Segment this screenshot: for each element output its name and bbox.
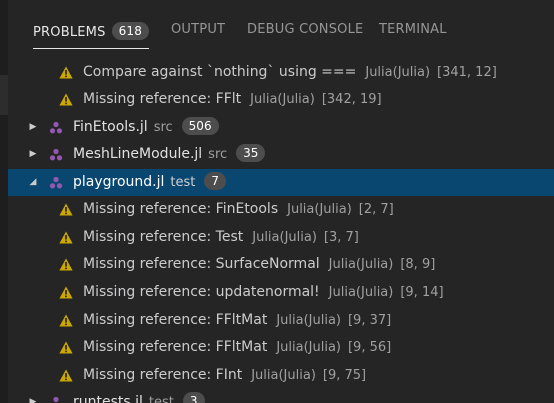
problem-row[interactable]: Missing reference: updatenormal! Julia(Ju… [8, 279, 554, 306]
file-row-playground[interactable]: ◢ playground.jl test 7 [8, 169, 554, 196]
file-row-meshlinemodule[interactable]: ▶ MeshLineModule.jl src 35 [8, 141, 554, 168]
problem-row[interactable]: Missing reference: FInt Julia(Julia) [9, 7… [8, 362, 554, 389]
chevron-down-icon[interactable]: ◢ [27, 169, 39, 196]
file-row-finetools[interactable]: ▶ FinEtools.jl src 506 [8, 114, 554, 141]
julia-file-icon [49, 176, 63, 189]
problem-source: Julia(Julia) [252, 230, 317, 245]
file-name: FinEtools.jl [73, 119, 148, 135]
warning-icon [59, 93, 73, 106]
file-name: MeshLineModule.jl [73, 146, 203, 162]
problem-source: Julia(Julia) [365, 65, 431, 80]
warning-icon [59, 341, 73, 354]
tab-debug-console[interactable]: DEBUG CONSOLE [247, 22, 363, 37]
gutter-scroll-marker [0, 75, 8, 115]
file-folder: test [148, 395, 174, 403]
julia-file-icon [49, 121, 63, 134]
problem-position: [9, 14] [400, 285, 444, 300]
problem-position: [9, 75] [322, 368, 367, 383]
problem-position: [342, 19] [321, 92, 382, 107]
warning-icon [59, 231, 73, 244]
problem-row[interactable]: Missing reference: SurfaceNormal Julia(Ju… [8, 251, 554, 278]
julia-file-icon [49, 148, 63, 161]
file-row-runtests[interactable]: ▶ runtests.jl test 3 [8, 389, 554, 403]
problem-message: Missing reference: FFlt [83, 91, 242, 107]
problem-source: Julia(Julia) [250, 92, 315, 107]
problem-position: [341, 12] [437, 65, 497, 80]
file-folder: src [153, 120, 173, 135]
problem-source: Julia(Julia) [287, 202, 352, 217]
problem-source: Julia(Julia) [328, 285, 394, 300]
file-problem-count: 7 [204, 172, 227, 190]
tab-terminal[interactable]: TERMINAL [379, 22, 447, 37]
tab-output-label: OUTPUT [171, 22, 226, 37]
tab-terminal-label: TERMINAL [379, 22, 447, 37]
panel-header: PROBLEMS 618 OUTPUT DEBUG CONSOLE TERMINA… [8, 0, 554, 52]
file-problem-count: 506 [181, 117, 219, 135]
file-name: playground.jl [73, 174, 165, 190]
problem-message: Missing reference: FInt [83, 367, 243, 383]
problem-source: Julia(Julia) [276, 340, 341, 355]
tab-problems-label: PROBLEMS [33, 25, 106, 40]
problem-row[interactable]: Missing reference: FFltMat Julia(Julia) [9… [8, 307, 554, 334]
problem-position: [8, 9] [400, 257, 436, 272]
julia-file-icon [53, 396, 59, 403]
problem-position: [2, 7] [358, 202, 394, 217]
problem-row[interactable]: Missing reference: FFltMat Julia(Julia) [9… [8, 334, 554, 361]
problem-position: [9, 56] [347, 340, 392, 355]
problem-source: Julia(Julia) [276, 313, 341, 328]
tab-output[interactable]: OUTPUT [171, 22, 225, 37]
editor-gutter [0, 0, 8, 403]
problems-tree: Compare against `nothing` using === Julia… [8, 52, 554, 403]
problem-message: Compare against `nothing` using === [83, 64, 357, 80]
problem-message: Missing reference: SurfaceNormal [83, 256, 320, 272]
warning-icon [59, 369, 73, 382]
warning-icon [59, 286, 73, 299]
problem-position: [3, 7] [323, 230, 359, 245]
problem-message: Missing reference: FFltMat [83, 312, 268, 328]
file-problem-count: 3 [182, 392, 205, 403]
problem-message: Missing reference: updatenormal! [83, 284, 320, 300]
warning-icon [59, 203, 73, 216]
problem-row[interactable]: Missing reference: FinEtools Julia(Julia)… [8, 196, 554, 223]
tab-debug-console-label: DEBUG CONSOLE [247, 22, 364, 37]
problem-row[interactable]: Compare against `nothing` using === Julia… [8, 59, 554, 86]
problem-row[interactable]: Missing reference: FFlt Julia(Julia) [342,… [8, 86, 554, 113]
problem-message: Missing reference: FinEtools [83, 201, 279, 217]
warning-icon [59, 258, 73, 271]
problem-message: Missing reference: FFltMat [83, 339, 268, 355]
file-problem-count: 35 [236, 144, 266, 162]
problem-source: Julia(Julia) [251, 368, 316, 383]
chevron-right-icon[interactable]: ▶ [27, 114, 39, 141]
problem-position: [9, 37] [347, 313, 392, 328]
file-name: runtests.jl [73, 394, 143, 403]
problem-row[interactable]: Missing reference: Test Julia(Julia) [3, 7… [8, 224, 554, 251]
chevron-right-icon[interactable]: ▶ [27, 141, 39, 168]
warning-icon [59, 314, 73, 327]
problem-message: Missing reference: Test [83, 229, 244, 245]
file-folder: test [170, 175, 196, 190]
file-folder: src [208, 147, 228, 162]
problem-source: Julia(Julia) [328, 257, 394, 272]
tab-problems[interactable]: PROBLEMS 618 [33, 22, 150, 49]
warning-icon [59, 66, 73, 79]
chevron-right-icon[interactable]: ▶ [27, 389, 39, 403]
problems-count-badge: 618 [111, 22, 150, 40]
